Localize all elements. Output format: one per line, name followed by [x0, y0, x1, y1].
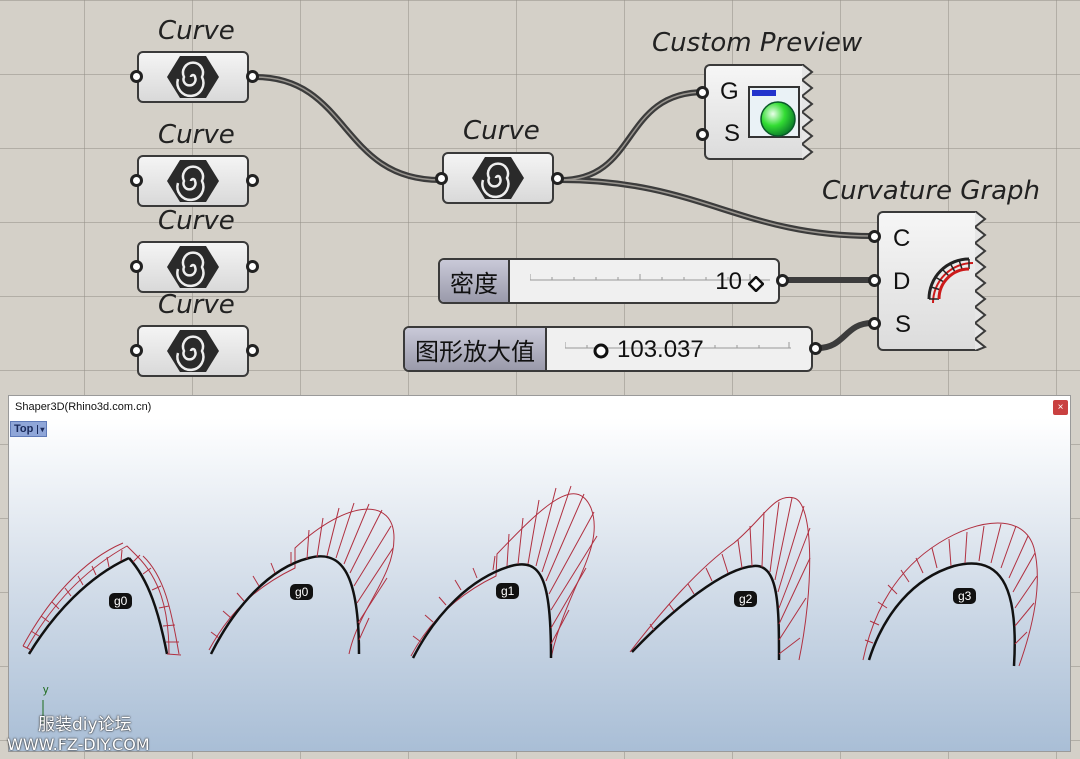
curve-4-input-port[interactable] [130, 344, 143, 357]
curve-component-3[interactable] [137, 241, 249, 293]
graph-c-port[interactable] [868, 230, 881, 243]
graph-input-d-label: D [893, 268, 911, 295]
curve-1-output-port[interactable] [246, 70, 259, 83]
curve-2-input-port[interactable] [130, 174, 143, 187]
preview-input-s-label: S [724, 120, 741, 147]
graph-input-s-label: S [895, 311, 912, 338]
curve-tag-4: g2 [734, 591, 758, 607]
axis-y-label: y [43, 684, 49, 696]
slider-grip-diamond-icon[interactable] [748, 276, 764, 292]
curve-title-4: Curve [158, 290, 235, 320]
curve-title-2: Curve [158, 120, 235, 150]
curve-shape-1 [22, 542, 182, 656]
curve-component-4[interactable] [137, 325, 249, 377]
curve-shape-5 [862, 522, 1038, 667]
curve-component-2[interactable] [137, 155, 249, 207]
zigzag-edge [802, 64, 814, 160]
wire-curve-to-preview [557, 89, 708, 183]
close-icon[interactable]: × [1053, 400, 1068, 415]
curve-tag-1: g0 [109, 593, 133, 609]
custom-preview-title: Custom Preview [652, 28, 863, 58]
curve-tag-5: g3 [953, 588, 977, 604]
density-output-port[interactable] [776, 274, 789, 287]
viewport-titlebar[interactable]: Shaper3D(Rhino3d.com.cn) × [9, 396, 1070, 418]
wire-curve-to-curve [252, 74, 443, 183]
scale-output-port[interactable] [809, 342, 822, 355]
curve-4-output-port[interactable] [246, 344, 259, 357]
graph-d-port[interactable] [868, 274, 881, 287]
curve-title-mid: Curve [463, 116, 540, 146]
curve-param-icon [167, 160, 219, 202]
curvature-graph-icon [927, 257, 973, 303]
graph-input-c-label: C [893, 225, 911, 252]
watermark-line-2: WWW.FZ-DIY.COM [7, 735, 150, 754]
scale-slider-track[interactable]: 103.037 [547, 328, 811, 370]
curve-param-icon [167, 246, 219, 288]
scale-slider-name: 图形放大值 [405, 328, 547, 370]
viewport-canvas[interactable]: Top ▾ g0 g0 g1 g2 g3 y [9, 418, 1070, 751]
curve-3-output-port[interactable] [246, 260, 259, 273]
density-slider-value: 10 [715, 268, 742, 295]
slider-grip-circle-icon[interactable] [593, 343, 609, 359]
curve-param-icon [167, 56, 219, 98]
rhino-viewport-window[interactable]: Shaper3D(Rhino3d.com.cn) × Top ▾ g0 g0 g… [8, 395, 1071, 752]
curve-3-input-port[interactable] [130, 260, 143, 273]
custom-preview-icon [748, 86, 800, 138]
watermark-line-1: 服装diy论坛 [38, 715, 132, 735]
density-slider-name: 密度 [440, 260, 510, 302]
curvature-graph-component[interactable]: C D S [877, 211, 987, 351]
density-slider[interactable]: 密度 10 [438, 258, 780, 304]
preview-input-g-label: G [720, 78, 739, 105]
zigzag-edge [975, 211, 987, 351]
curve-1-input-port[interactable] [130, 70, 143, 83]
wire-scale-to-graph [815, 320, 875, 351]
curve-mid-output-port[interactable] [551, 172, 564, 185]
scale-slider[interactable]: 图形放大值 103.037 [403, 326, 813, 372]
curvature-graph-title: Curvature Graph [822, 176, 1041, 206]
preview-s-port[interactable] [696, 128, 709, 141]
curve-mid-input-port[interactable] [435, 172, 448, 185]
curve-shape-2 [208, 502, 395, 655]
curve-component-mid[interactable] [442, 152, 554, 204]
preview-g-port[interactable] [696, 86, 709, 99]
curve-tag-2: g0 [290, 584, 314, 600]
curve-component-1[interactable] [137, 51, 249, 103]
curve-tag-3: g1 [496, 583, 520, 599]
curve-2-output-port[interactable] [246, 174, 259, 187]
scale-slider-value: 103.037 [617, 336, 704, 363]
curve-shape-4 [629, 496, 811, 661]
curve-param-icon [167, 330, 219, 372]
curvature-graphs [22, 485, 1038, 723]
curve-param-icon [472, 157, 524, 199]
viewport-window-title: Shaper3D(Rhino3d.com.cn) [15, 401, 152, 413]
custom-preview-component[interactable]: G S [704, 64, 814, 160]
curve-title-1: Curve [158, 16, 235, 46]
graph-s-port[interactable] [868, 317, 881, 330]
density-slider-track[interactable]: 10 [510, 260, 778, 302]
curve-shape-3 [410, 485, 598, 659]
curve-title-3: Curve [158, 206, 235, 236]
